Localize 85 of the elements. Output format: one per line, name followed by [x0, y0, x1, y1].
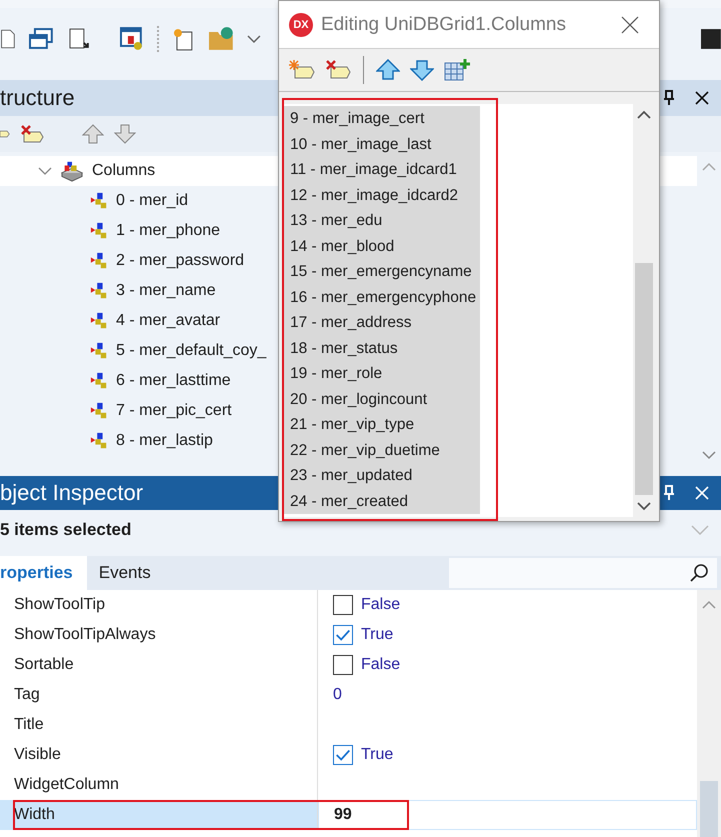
list-item[interactable]: 21 - mer_vip_type	[282, 412, 480, 438]
checkbox[interactable]	[333, 625, 353, 645]
new-file-icon[interactable]	[0, 27, 16, 51]
property-value: True	[361, 626, 394, 644]
down-arrow-icon[interactable]	[410, 59, 434, 81]
column-icon	[90, 402, 108, 420]
close-icon[interactable]	[695, 91, 709, 105]
column-icon	[90, 282, 108, 300]
chevron-icon[interactable]	[38, 166, 52, 176]
column-icon	[90, 192, 108, 210]
tree-item[interactable]: 8 - mer_lastip	[116, 432, 213, 450]
list-item[interactable]: 15 - mer_emergencyname	[282, 259, 480, 284]
property-value: 0	[333, 686, 342, 704]
list-item[interactable]: 16 - mer_emergencyphone	[282, 284, 480, 310]
up-arrow-icon[interactable]	[376, 59, 400, 81]
tree-item[interactable]: 0 - mer_id	[116, 192, 188, 210]
list-item[interactable]: 11 - mer_image_idcard1	[282, 157, 480, 182]
tab[interactable]: roperties	[0, 556, 87, 590]
property-value: False	[361, 656, 400, 674]
panel-title: tructure	[0, 85, 75, 111]
scrollbar[interactable]	[697, 590, 721, 837]
column-icon	[90, 342, 108, 360]
checkbox[interactable]	[333, 655, 353, 675]
scroll-down-icon[interactable]	[702, 450, 716, 460]
tree-item[interactable]: 2 - mer_password	[116, 252, 244, 270]
search-icon[interactable]	[689, 563, 709, 583]
column-icon	[90, 222, 108, 240]
property-name[interactable]: Title	[0, 710, 318, 740]
open-folder-icon[interactable]	[207, 26, 235, 52]
list-item[interactable]: 17 - mer_address	[282, 310, 480, 336]
property-name[interactable]: ShowToolTip	[0, 590, 318, 620]
column-icon	[90, 372, 108, 390]
list-item[interactable]: 24 - mer_created	[282, 488, 480, 514]
list-item[interactable]: 14 - mer_blood	[282, 234, 480, 259]
list-item[interactable]: 12 - mer_image_idcard2	[282, 182, 480, 208]
windows-icon[interactable]	[28, 27, 54, 51]
list-item[interactable]: 19 - mer_role	[282, 361, 480, 386]
list-item[interactable]: 23 - mer_updated	[282, 463, 480, 488]
column-icon	[90, 432, 108, 450]
logo: DX	[289, 12, 313, 36]
scroll-down-icon[interactable]	[637, 501, 651, 511]
list-item[interactable]: 13 - mer_edu	[282, 208, 480, 234]
tree-item[interactable]: 6 - mer_lasttime	[116, 372, 231, 390]
new-item-icon[interactable]	[171, 26, 196, 52]
property-value[interactable]: 99	[334, 806, 352, 824]
dialog-title: Editing UniDBGrid1.Columns	[321, 14, 566, 36]
selection-count: 5 items selected	[0, 520, 132, 540]
delete-note-icon[interactable]	[20, 124, 44, 144]
scroll-thumb[interactable]	[635, 263, 653, 495]
collection-icon	[60, 160, 84, 182]
search-field[interactable]	[449, 558, 717, 588]
add-note-icon[interactable]	[289, 59, 315, 81]
checkbox[interactable]	[333, 745, 353, 765]
stop-icon[interactable]	[701, 29, 721, 49]
up-arrow-icon[interactable]	[82, 124, 104, 144]
tree-item[interactable]: 4 - mer_avatar	[116, 312, 220, 330]
dropdown-caret-icon[interactable]	[246, 34, 261, 44]
list-item[interactable]: 20 - mer_logincount	[282, 386, 480, 412]
delete-note-icon[interactable]	[325, 59, 351, 81]
column-icon	[90, 312, 108, 330]
property-name[interactable]: Sortable	[0, 650, 318, 680]
property-value: False	[361, 596, 400, 614]
pin-icon[interactable]	[663, 90, 675, 106]
scroll-up-icon[interactable]	[637, 110, 651, 120]
list-item[interactable]: 18 - mer_status	[282, 336, 480, 361]
tree-item[interactable]: 3 - mer_name	[116, 282, 216, 300]
tree-item[interactable]: Columns	[92, 162, 156, 180]
list-item[interactable]: 10 - mer_image_last	[282, 132, 480, 157]
tree-item[interactable]: 1 - mer_phone	[116, 222, 220, 240]
list-item[interactable]: 22 - mer_vip_duetime	[282, 438, 480, 463]
tree-item[interactable]: 7 - mer_pic_cert	[116, 402, 232, 420]
checkbox[interactable]	[333, 595, 353, 615]
close-icon[interactable]	[621, 16, 639, 34]
tab[interactable]: Events	[86, 556, 165, 590]
property-name[interactable]: Visible	[0, 740, 318, 770]
property-name[interactable]: Tag	[0, 680, 318, 710]
property-value: True	[361, 746, 394, 764]
down-arrow-icon[interactable]	[114, 124, 136, 144]
list-item[interactable]: 9 - mer_image_cert	[282, 106, 480, 132]
add-table-icon[interactable]	[444, 58, 470, 82]
column-icon	[90, 252, 108, 270]
tree-item[interactable]: 5 - mer_default_coy_	[116, 342, 266, 360]
property-name[interactable]: ShowToolTipAlways	[0, 620, 318, 650]
panel-title: bject Inspector	[0, 480, 144, 506]
scroll-thumb[interactable]	[700, 781, 718, 837]
